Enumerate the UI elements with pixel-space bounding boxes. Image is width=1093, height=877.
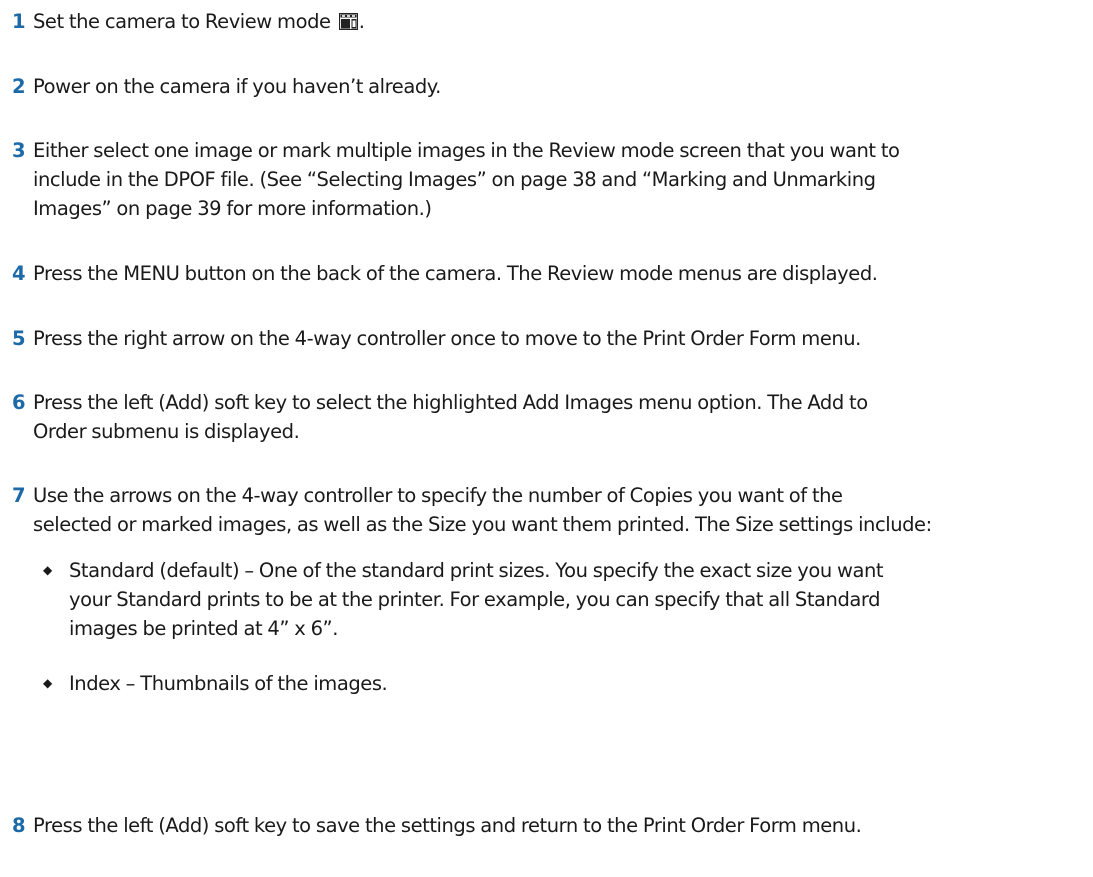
list-item: ◆ Standard (default) – One of the standa…	[33, 556, 932, 643]
step-text: Power on the camera if you haven’t alrea…	[33, 75, 441, 98]
step-6: 6 Press the left (Add) soft key to selec…	[12, 388, 868, 446]
step-number: 5	[12, 327, 26, 350]
size-settings-list: ◆ Standard (default) – One of the standa…	[33, 556, 932, 698]
step-number: 6	[12, 391, 26, 414]
step-text: Set the camera to Review mode	[33, 10, 331, 33]
step-4: 4 Press the MENU button on the back of t…	[12, 259, 878, 288]
step-number: 1	[12, 10, 26, 33]
step-text-line: selected or marked images, as well as th…	[33, 513, 932, 536]
list-item-line: your Standard prints to be at the printe…	[69, 588, 881, 611]
step-3: 3 Either select one image or mark multip…	[12, 136, 900, 223]
step-5: 5 Press the right arrow on the 4-way con…	[12, 324, 861, 353]
step-7: 7 Use the arrows on the 4-way controller…	[12, 481, 932, 724]
step-text-line: Order submenu is displayed.	[33, 420, 300, 443]
step-text-line: include in the DPOF file. (See “Selectin…	[33, 168, 876, 191]
step-number: 7	[12, 484, 26, 507]
step-text: Press the left (Add) soft key to save th…	[33, 814, 862, 837]
step-text: Press the MENU button on the back of the…	[33, 262, 878, 285]
step-number: 4	[12, 262, 26, 285]
step-text-line: Images” on page 39 for more information.…	[33, 197, 432, 220]
step-number: 8	[12, 814, 26, 837]
diamond-bullet-icon: ◆	[43, 676, 52, 690]
list-item-line: images be printed at 4” x 6”.	[69, 617, 338, 640]
step-text-period: .	[358, 10, 365, 33]
step-text-line: Use the arrows on the 4-way controller t…	[33, 484, 843, 507]
list-item: ◆ Index – Thumbnails of the images.	[33, 669, 932, 698]
diamond-bullet-icon: ◆	[43, 563, 52, 577]
step-8: 8 Press the left (Add) soft key to save …	[12, 811, 862, 840]
step-text-line: Press the left (Add) soft key to select …	[33, 391, 868, 414]
step-number: 3	[12, 139, 26, 162]
review-mode-icon	[338, 9, 358, 38]
step-number: 2	[12, 75, 26, 98]
list-item-line: Standard (default) – One of the standard…	[69, 559, 884, 582]
step-1: 1 Set the camera to Review mode .	[12, 7, 365, 38]
step-text-line: Either select one image or mark multiple…	[33, 139, 900, 162]
list-item-line: Index – Thumbnails of the images.	[69, 672, 388, 695]
step-text: Press the right arrow on the 4-way contr…	[33, 327, 861, 350]
step-2: 2 Power on the camera if you haven’t alr…	[12, 72, 441, 101]
